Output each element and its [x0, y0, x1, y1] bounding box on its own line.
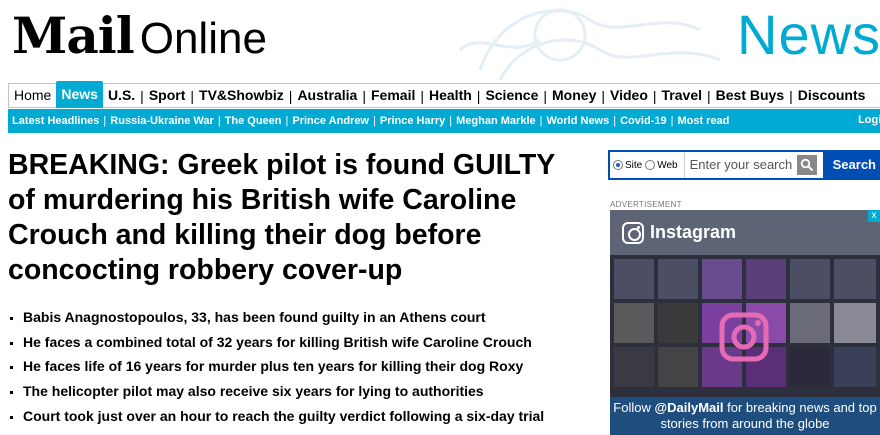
subnav-item-covid-19[interactable]: Covid-19	[616, 115, 670, 127]
subnav-item-prince-harry[interactable]: Prince Harry	[376, 115, 449, 127]
nav-item-sport[interactable]: Sport	[144, 83, 191, 108]
nav-item-tv-showbiz[interactable]: TV&Showbiz	[194, 83, 289, 108]
login-link[interactable]: Login	[858, 114, 880, 126]
subnav-item-latest-headlines[interactable]: Latest Headlines	[8, 115, 103, 127]
search-option-web[interactable]: Web	[645, 159, 678, 171]
article-bullet: Court took just over an hour to reach th…	[8, 404, 588, 429]
advertisement-label: ADVERTISEMENT	[610, 200, 682, 209]
ad-platform-name: Instagram	[650, 222, 737, 242]
search-button[interactable]: Search	[822, 152, 880, 178]
nav-item-money[interactable]: Money	[547, 83, 601, 108]
article-bullets: Babis Anagnostopoulos, 33, has been foun…	[8, 305, 588, 429]
radio-web-icon[interactable]	[645, 160, 656, 170]
secondary-nav: Latest Headlines | Russia-Ukraine War | The …	[8, 109, 880, 133]
ad-footer-pre: Follow	[613, 400, 655, 415]
primary-nav: Home News U.S. | Sport | TV&Showbiz | Australia |…	[8, 81, 880, 108]
subnav-item-meghan-markle[interactable]: Meghan Markle	[452, 115, 539, 127]
nav-item-discounts[interactable]: Discounts	[793, 83, 871, 108]
nav-item-news[interactable]: News	[56, 81, 103, 108]
nav-item-femail[interactable]: Femail	[366, 83, 420, 108]
crest-watermark	[458, 8, 721, 80]
subnav-item-world-news[interactable]: World News	[542, 115, 613, 127]
instagram-icon	[622, 222, 644, 244]
search-option-site-label: Site	[625, 159, 643, 171]
ad-header: Instagram	[610, 210, 880, 255]
instagram-ad[interactable]: Instagram x Follow @DailyMail for breaki…	[610, 210, 880, 435]
masthead: Mail Online News	[0, 0, 880, 80]
nav-item-video[interactable]: Video	[605, 83, 653, 108]
nav-item-science[interactable]: Science	[480, 83, 543, 108]
ad-close-icon[interactable]: x	[868, 210, 880, 222]
subnav-item-prince-andrew[interactable]: Prince Andrew	[288, 115, 373, 127]
article-bullet: He faces a combined total of 32 years fo…	[8, 330, 588, 355]
subnav-item-russia-ukraine-war[interactable]: Russia-Ukraine War	[106, 115, 218, 127]
ad-photo-collage	[610, 255, 880, 405]
nav-item-health[interactable]: Health	[424, 83, 477, 108]
site-logo[interactable]: Mail Online	[12, 6, 267, 65]
article-bullet: Babis Anagnostopoulos, 33, has been foun…	[8, 305, 588, 330]
nav-item-travel[interactable]: Travel	[657, 83, 707, 108]
nav-item-home[interactable]: Home	[9, 83, 56, 108]
logo-mail-text: Mail	[12, 6, 135, 65]
ad-footer[interactable]: Follow @DailyMail for breaking news and …	[610, 397, 880, 435]
article-bullet: He faces life of 16 years for murder plu…	[8, 354, 588, 379]
search-icon[interactable]	[797, 155, 817, 175]
article-bullet: The helicopter pilot may also receive si…	[8, 379, 588, 404]
section-title: News	[737, 3, 880, 66]
subnav-item-the-queen[interactable]: The Queen	[221, 115, 286, 127]
logo-online-text: Online	[139, 14, 267, 63]
radio-site-icon[interactable]	[613, 160, 623, 170]
search-box: Site Web Enter your search Search	[608, 150, 880, 180]
search-option-web-label: Web	[657, 159, 678, 171]
subnav-item-most-read[interactable]: Most read	[673, 115, 733, 127]
search-input[interactable]: Enter your search	[683, 152, 796, 178]
search-option-site[interactable]: Site	[613, 160, 642, 171]
nav-item-best-buys[interactable]: Best Buys	[711, 83, 789, 108]
ad-footer-handle: @DailyMail	[654, 400, 724, 415]
article-headline[interactable]: BREAKING: Greek pilot is found GUILTY of…	[8, 148, 578, 288]
nav-item-u-s-[interactable]: U.S.	[103, 83, 140, 108]
nav-item-australia[interactable]: Australia	[292, 83, 362, 108]
